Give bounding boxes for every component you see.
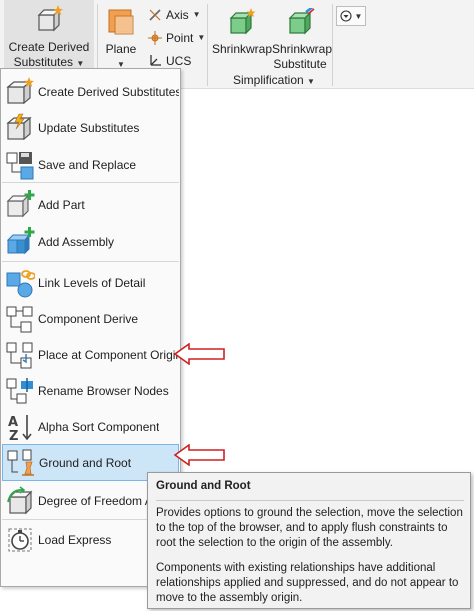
chevron-down-icon[interactable]: ▼ bbox=[197, 31, 205, 45]
create-derived-icon bbox=[37, 5, 63, 32]
shrinkwrap-substitute-icon bbox=[288, 5, 315, 35]
menu-item-label: Component Derive bbox=[38, 311, 139, 326]
create-derived-label-1: Create Derived bbox=[8, 40, 90, 54]
menu-item-label: Place at Component Origin bbox=[38, 347, 179, 362]
shrinkwrap-substitute-button[interactable]: Shrinkwrap Substitute bbox=[272, 0, 333, 71]
menu-item-label: Alpha Sort Component bbox=[38, 419, 160, 434]
axis-label: Axis bbox=[166, 8, 189, 22]
update-substitutes-icon bbox=[5, 113, 35, 143]
menu-item-component-derive[interactable]: Component Derive bbox=[2, 300, 179, 337]
alpha-sort-icon: A Z bbox=[5, 412, 35, 444]
simplification-group-label[interactable]: Simplification ▼ bbox=[233, 73, 315, 87]
menu-item-label: Load Express bbox=[38, 532, 112, 547]
create-derived-label-2: Substitutes bbox=[13, 55, 74, 69]
menu-item-label: Ground and Root bbox=[39, 455, 132, 470]
ribbon-separator bbox=[207, 4, 208, 86]
svg-text:A: A bbox=[8, 415, 18, 430]
tooltip-title: Ground and Root bbox=[156, 480, 251, 492]
menu-item-label: Link Levels of Detail bbox=[38, 275, 146, 290]
menu-item-label: Add Part bbox=[38, 197, 85, 212]
shrinkwrap-icon bbox=[229, 8, 256, 35]
save-replace-icon bbox=[5, 150, 35, 180]
menu-item-save-and-replace[interactable]: Save and Replace bbox=[2, 146, 179, 183]
place-origin-icon bbox=[5, 340, 35, 370]
circle-down-icon bbox=[339, 10, 352, 22]
link-lod-icon bbox=[5, 268, 36, 298]
create-derived-icon bbox=[5, 76, 35, 107]
ucs-label: UCS bbox=[166, 54, 192, 68]
tooltip-paragraph-1: Provides options to ground the selection… bbox=[156, 507, 463, 549]
point-button[interactable]: Point ▼ bbox=[148, 31, 205, 45]
menu-item-add-assembly[interactable]: Add Assembly bbox=[2, 223, 179, 260]
chevron-down-icon[interactable]: ▼ bbox=[307, 77, 315, 86]
menu-separator bbox=[2, 261, 179, 262]
chevron-down-icon[interactable]: ▼ bbox=[76, 59, 84, 68]
create-derived-substitutes-button[interactable]: Create Derived Substitutes ▼ bbox=[4, 0, 94, 69]
axis-icon bbox=[149, 9, 161, 21]
shrinkwrap-label: Shrinkwrap bbox=[212, 42, 273, 56]
ground-root-icon bbox=[6, 448, 36, 478]
annotation-arrow-ground-root bbox=[174, 444, 225, 466]
chevron-down-icon[interactable]: ▼ bbox=[193, 8, 201, 22]
menu-item-label: Update Substitutes bbox=[38, 120, 140, 135]
menu-item-label: Rename Browser Nodes bbox=[38, 383, 169, 398]
more-options-button[interactable]: ▼ bbox=[336, 6, 366, 26]
menu-item-label: Create Derived Substitutes bbox=[38, 84, 179, 99]
chevron-down-icon: ▼ bbox=[354, 11, 363, 21]
tooltip-separator bbox=[156, 500, 464, 501]
ribbon-separator bbox=[332, 4, 333, 86]
ground-and-root-tooltip: Ground and Root Provides options to grou… bbox=[147, 472, 471, 609]
load-express-icon bbox=[5, 525, 35, 555]
menu-separator bbox=[2, 182, 179, 183]
menu-item-create-derived-substitutes[interactable]: Create Derived Substitutes bbox=[2, 73, 179, 110]
ucs-icon bbox=[150, 55, 161, 66]
component-derive-icon bbox=[5, 304, 35, 334]
axis-button[interactable]: Axis ▼ bbox=[148, 8, 201, 22]
annotation-arrow-place-origin bbox=[174, 343, 225, 365]
shrinkwrap-substitute-label-1: Shrinkwrap bbox=[272, 42, 333, 56]
point-label: Point bbox=[166, 31, 194, 45]
dof-icon bbox=[5, 485, 35, 516]
simplification-label: Simplification bbox=[233, 73, 304, 87]
menu-item-add-part[interactable]: Add Part bbox=[2, 186, 179, 223]
point-icon bbox=[148, 31, 162, 45]
menu-item-update-substitutes[interactable]: Update Substitutes bbox=[2, 109, 179, 146]
add-part-icon bbox=[5, 189, 35, 220]
svg-text:Z: Z bbox=[9, 429, 18, 442]
plane-label: Plane bbox=[105, 42, 137, 56]
plane-button[interactable]: Plane ▼ bbox=[100, 0, 142, 70]
add-assembly-icon bbox=[5, 226, 35, 257]
menu-item-label: Save and Replace bbox=[38, 157, 137, 172]
menu-item-rename-browser-nodes[interactable]: Rename Browser Nodes bbox=[2, 372, 179, 409]
tooltip-paragraph-2: Components with existing relationships h… bbox=[156, 562, 459, 604]
shrinkwrap-substitute-label-2: Substitute bbox=[273, 57, 327, 71]
menu-item-label: Add Assembly bbox=[38, 234, 115, 249]
rename-nodes-icon bbox=[5, 376, 35, 406]
menu-item-place-at-component-origin[interactable]: Place at Component Origin bbox=[2, 336, 179, 373]
menu-item-alpha-sort-component[interactable]: A Z Alpha Sort Component bbox=[2, 408, 179, 445]
ucs-button[interactable]: UCS bbox=[148, 54, 191, 68]
plane-icon bbox=[108, 9, 134, 35]
shrinkwrap-button[interactable]: Shrinkwrap bbox=[212, 0, 273, 70]
menu-item-link-levels-of-detail[interactable]: Link Levels of Detail bbox=[2, 264, 179, 301]
